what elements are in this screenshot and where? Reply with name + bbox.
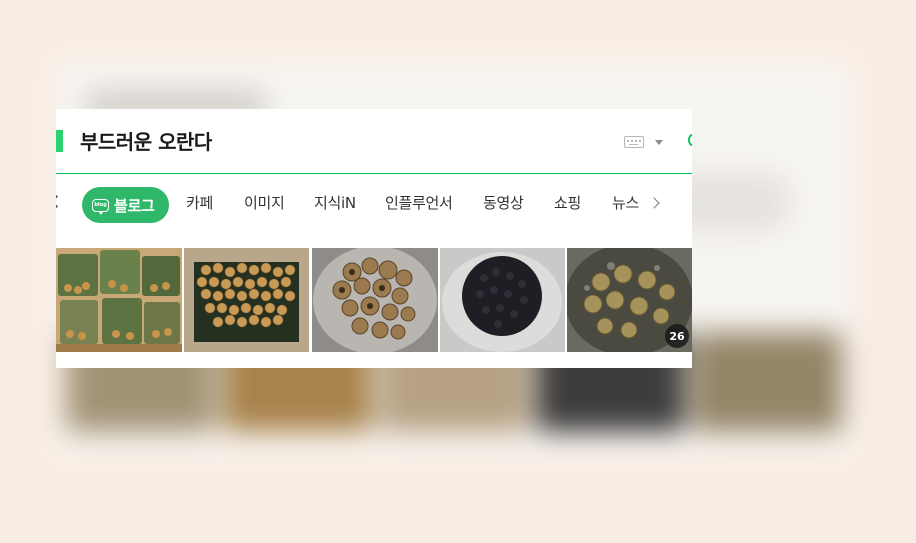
thumbnail-5[interactable]: 26 <box>567 248 692 352</box>
tab-influencer[interactable]: 인플루언서 <box>385 192 453 213</box>
search-button-edge[interactable] <box>688 134 692 146</box>
image-thumbnails: 26 <box>56 248 692 352</box>
image-count-badge: 26 <box>665 324 689 348</box>
tab-shopping[interactable]: 쇼핑 <box>554 192 581 213</box>
tab-label: 블로그 <box>114 196 155 215</box>
chevron-right-icon[interactable] <box>648 197 660 209</box>
thumbnail-3[interactable] <box>312 248 438 352</box>
tab-cafe[interactable]: 카페 <box>186 192 213 213</box>
dropdown-caret-icon[interactable] <box>655 140 663 145</box>
keyboard-icon[interactable] <box>624 136 644 148</box>
tab-blog[interactable]: blog 블로그 <box>82 187 169 223</box>
tab-image[interactable]: 이미지 <box>244 192 285 213</box>
accent-bar <box>56 130 63 152</box>
search-header: 부드러운 오란다 <box>56 109 692 174</box>
tab-kin[interactable]: 지식iN <box>314 192 356 213</box>
search-tabs: blog 블로그 카페 이미지 지식iN 인플루언서 동영상 쇼핑 뉴스 <box>56 185 692 225</box>
search-query[interactable]: 부드러운 오란다 <box>80 126 212 155</box>
blog-icon: blog <box>92 198 109 215</box>
thumbnail-1[interactable] <box>56 248 182 352</box>
chevron-left-icon[interactable] <box>56 195 63 208</box>
thumbnail-2[interactable] <box>184 248 309 352</box>
tab-video[interactable]: 동영상 <box>483 192 524 213</box>
search-result-panel: 부드러운 오란다 blog 블로그 카페 이미지 지식iN 인플루언서 동영상 … <box>56 109 692 368</box>
tab-news[interactable]: 뉴스 <box>612 192 639 213</box>
thumbnail-4[interactable] <box>440 248 565 352</box>
